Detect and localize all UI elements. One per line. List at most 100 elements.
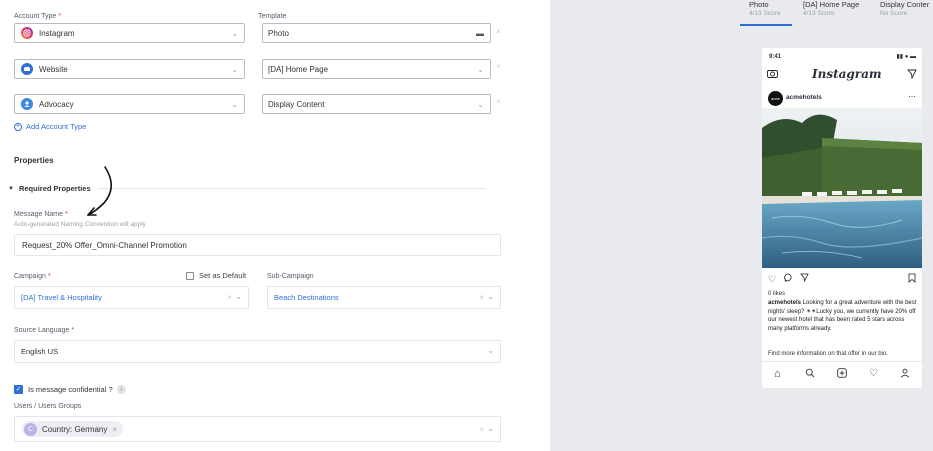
post-caption: acmehotels Looking for a great adventure… — [768, 299, 918, 333]
add-post-icon[interactable] — [837, 368, 847, 381]
template-select-home-page[interactable]: [DA] Home Page ⌄ — [262, 59, 491, 79]
active-tab-underline — [740, 24, 792, 26]
profile-icon[interactable] — [900, 368, 910, 381]
post-avatar: acme — [768, 91, 783, 106]
like-icon[interactable]: ♡ — [768, 274, 776, 285]
tab-score: No Score — [880, 10, 908, 17]
chevron-down-icon: ⌄ — [477, 65, 484, 74]
website-icon — [21, 63, 33, 75]
search-icon[interactable] — [805, 368, 815, 381]
comment-icon[interactable] — [784, 273, 793, 284]
add-account-type-button[interactable]: + Add Account Type — [14, 122, 86, 131]
confidential-label: Is message confidential ? — [28, 385, 113, 394]
caption-username: acmehotels — [768, 300, 802, 306]
chip-label: Country: Germany — [42, 424, 108, 434]
template-select-display-content[interactable]: Display Content ⌄ — [262, 94, 491, 114]
clear-icon[interactable]: × — [479, 293, 484, 302]
account-type-select-website[interactable]: Website ⌄ — [14, 59, 245, 79]
remove-row-icon[interactable]: × — [496, 97, 501, 106]
account-type-select-advocacy[interactable]: Advocacy ⌄ — [14, 94, 245, 114]
info-icon[interactable]: i — [116, 385, 126, 394]
chip-avatar: C — [24, 422, 37, 436]
set-as-default-checkbox[interactable]: Set as Default — [186, 271, 246, 280]
caption-more: Find more information on that offer in o… — [768, 351, 888, 357]
chevron-down-icon: ⌄ — [231, 100, 238, 109]
users-groups-select[interactable]: C Country: Germany × × ⌄ — [14, 416, 501, 442]
remove-row-icon[interactable]: × — [496, 27, 501, 36]
required-properties-toggle[interactable]: ▼ Required Properties — [8, 184, 91, 193]
advocacy-icon — [21, 98, 33, 110]
send-icon[interactable] — [907, 69, 917, 81]
instagram-phone-preview: 9:41 ▮▮ ● ▬ Instagram acme acmehotels ⋯ … — [762, 48, 922, 388]
section-divider — [98, 188, 486, 189]
template-label: Template — [258, 13, 287, 20]
sub-campaign-select[interactable]: Beach Destinations × ⌄ — [267, 286, 501, 309]
chevron-down-icon: ⌄ — [477, 100, 484, 109]
account-type-value: Instagram — [39, 28, 75, 38]
status-icons: ▮▮ ● ▬ — [896, 54, 916, 60]
share-icon[interactable] — [800, 273, 809, 284]
message-name-input[interactable]: Request_20% Offer_Omni-Channel Promotion — [14, 234, 501, 256]
checkbox-unchecked-icon — [186, 271, 194, 280]
chevron-down-icon: ⌄ — [235, 292, 242, 301]
template-select-photo[interactable]: Photo ▬ — [262, 23, 491, 43]
campaign-value: [DA] Travel & Hospitality — [21, 293, 102, 302]
tab-title: Display Conter — [880, 0, 930, 9]
clear-icon[interactable]: × — [479, 425, 484, 434]
post-image — [762, 108, 922, 268]
campaign-select[interactable]: [DA] Travel & Hospitality × ⌄ — [14, 286, 249, 309]
template-value: [DA] Home Page — [268, 64, 329, 74]
campaign-label: Campaign * — [14, 273, 51, 280]
sub-campaign-label: Sub-Campaign — [267, 273, 314, 280]
chevron-down-icon: ⌄ — [487, 292, 494, 301]
account-type-value: Website — [39, 64, 68, 74]
chevron-down-icon: ▬ — [476, 29, 484, 38]
more-options-icon[interactable]: ⋯ — [908, 92, 916, 101]
chevron-down-icon: ⌄ — [487, 424, 494, 433]
account-type-value: Advocacy — [39, 99, 74, 109]
tab-score: 4/13 Score — [803, 10, 835, 17]
set-as-default-label: Set as Default — [199, 271, 247, 280]
camera-icon[interactable] — [767, 69, 778, 80]
tab-title: [DA] Home Page — [803, 0, 860, 9]
status-time: 9:41 — [769, 54, 782, 60]
source-language-label: Source Language * — [14, 327, 75, 334]
clear-icon[interactable]: × — [227, 293, 232, 302]
account-type-select-instagram[interactable]: Instagram ⌄ — [14, 23, 245, 43]
nav-divider — [762, 361, 922, 362]
chevron-down-icon: ⌄ — [487, 346, 494, 355]
chevron-down-icon: ⌄ — [231, 29, 238, 38]
user-group-chip: C Country: Germany × — [22, 421, 124, 437]
preview-tab-photo[interactable]: Photo 4/13 Score — [749, 0, 780, 17]
message-name-hint: Auto-generated Naming Convention will ap… — [14, 221, 146, 228]
preview-tab-home-page[interactable]: [DA] Home Page 4/13 Score — [803, 0, 859, 17]
add-account-type-label: Add Account Type — [26, 122, 87, 131]
chevron-down-icon: ⌄ — [231, 65, 238, 74]
remove-row-icon[interactable]: × — [496, 62, 501, 71]
checkbox-checked-icon: ✓ — [14, 385, 23, 394]
caret-down-icon: ▼ — [8, 185, 14, 192]
instagram-icon — [21, 27, 33, 39]
post-username: acmehotels — [786, 94, 822, 101]
sub-campaign-value: Beach Destinations — [274, 293, 339, 302]
source-language-select[interactable]: English US ⌄ — [14, 340, 501, 363]
tab-title: Photo — [749, 0, 769, 9]
confidential-checkbox[interactable]: ✓ Is message confidential ? i — [14, 385, 126, 394]
users-groups-label: Users / Users Groups — [14, 403, 82, 410]
bookmark-icon[interactable] — [908, 273, 916, 285]
home-icon[interactable]: ⌂ — [774, 368, 781, 380]
activity-icon[interactable]: ♡ — [869, 368, 878, 379]
annotation-arrow — [87, 166, 113, 216]
message-name-label: Message Name * — [14, 211, 68, 218]
plus-circle-icon: + — [14, 122, 22, 131]
message-name-value: Request_20% Offer_Omni-Channel Promotion — [22, 240, 187, 250]
chip-remove-icon[interactable]: × — [112, 425, 117, 434]
account-type-label: Account Type * — [14, 13, 62, 20]
instagram-wordmark: Instagram — [812, 67, 882, 81]
preview-tab-display-content[interactable]: Display Conter No Score — [880, 0, 929, 17]
source-language-value: English US — [21, 347, 59, 356]
likes-count: 0 likes — [768, 291, 786, 297]
template-value: Photo — [268, 28, 289, 38]
template-value: Display Content — [268, 99, 325, 109]
tab-score: 4/13 Score — [749, 10, 781, 17]
